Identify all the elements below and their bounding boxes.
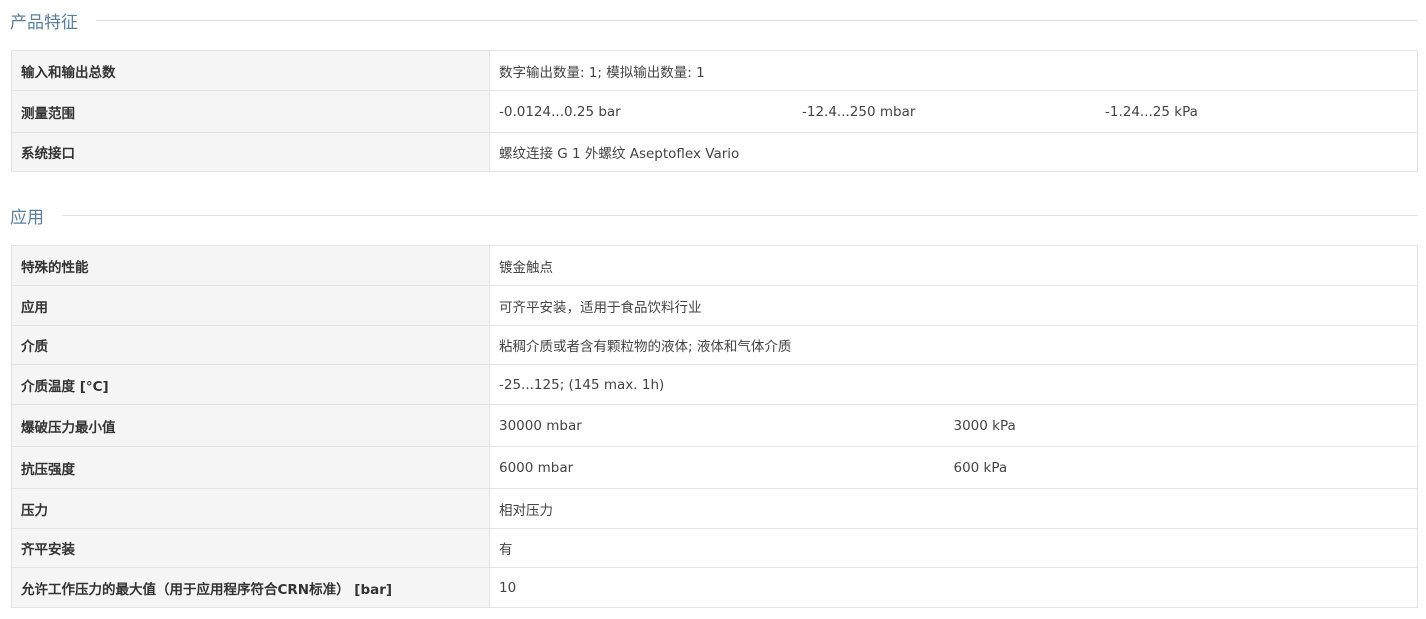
table-row: 应用 可齐平安装，适用于食品饮料行业 xyxy=(11,285,1418,326)
row-label: 输入和输出总数 xyxy=(11,50,490,91)
row-value: 相对压力 xyxy=(489,488,1418,529)
row-value: -25...125; (145 max. 1h) xyxy=(489,364,1418,405)
row-value: 10 xyxy=(489,567,1418,608)
value-bar: -0.0124...0.25 bar xyxy=(499,103,621,120)
row-value: 可齐平安装，适用于食品饮料行业 xyxy=(489,285,1418,326)
row-value: 粘稠介质或者含有颗粒物的液体; 液体和气体介质 xyxy=(489,325,1418,365)
table-row: 爆破压力最小值 30000 mbar 3000 kPa xyxy=(11,404,1418,447)
section-title: 产品特征 xyxy=(10,12,78,33)
table-row: 系统接口 螺纹连接 G 1 外螺纹 Aseptoflex Vario xyxy=(11,132,1418,172)
section-title: 应用 xyxy=(10,207,44,228)
value-kpa: 600 kPa xyxy=(953,459,1008,476)
row-label: 应用 xyxy=(11,285,490,326)
value-kpa: -1.24...25 kPa xyxy=(1105,103,1198,120)
row-label: 系统接口 xyxy=(11,132,490,172)
table-row: 抗压强度 6000 mbar 600 kPa xyxy=(11,446,1418,489)
row-label: 测量范围 xyxy=(11,90,490,133)
table-row: 介质温度 [°C] -25...125; (145 max. 1h) xyxy=(11,364,1418,405)
row-value: 数字输出数量: 1; 模拟输出数量: 1 xyxy=(489,50,1418,91)
value-mbar: -12.4...250 mbar xyxy=(802,103,916,120)
row-label: 特殊的性能 xyxy=(11,245,490,286)
row-label: 介质 xyxy=(11,325,490,365)
row-value: 镀金触点 xyxy=(489,245,1418,286)
row-value-multi: -0.0124...0.25 bar -12.4...250 mbar -1.2… xyxy=(489,90,1418,133)
section-divider xyxy=(96,19,1418,21)
features-table: 输入和输出总数 数字输出数量: 1; 模拟输出数量: 1 测量范围 -0.012… xyxy=(11,50,1418,172)
table-row: 压力 相对压力 xyxy=(11,488,1418,529)
application-table: 特殊的性能 镀金触点 应用 可齐平安装，适用于食品饮料行业 介质 粘稠介质或者含… xyxy=(11,245,1418,608)
table-row: 特殊的性能 镀金触点 xyxy=(11,245,1418,286)
section-header-features: 产品特征 xyxy=(10,8,1418,33)
row-label: 抗压强度 xyxy=(11,446,490,489)
row-value-multi: 30000 mbar 3000 kPa xyxy=(489,404,1418,447)
row-value-multi: 6000 mbar 600 kPa xyxy=(489,446,1418,489)
table-row: 输入和输出总数 数字输出数量: 1; 模拟输出数量: 1 xyxy=(11,50,1418,91)
row-label: 爆破压力最小值 xyxy=(11,404,490,447)
row-value: 有 xyxy=(489,528,1418,568)
value-mbar: 30000 mbar xyxy=(499,417,582,434)
value-mbar: 6000 mbar xyxy=(499,459,574,476)
table-row: 测量范围 -0.0124...0.25 bar -12.4...250 mbar… xyxy=(11,90,1418,133)
table-row: 齐平安装 有 xyxy=(11,528,1418,568)
section-header-application: 应用 xyxy=(10,203,1418,228)
row-label: 压力 xyxy=(11,488,490,529)
table-row: 介质 粘稠介质或者含有颗粒物的液体; 液体和气体介质 xyxy=(11,325,1418,365)
row-label: 齐平安装 xyxy=(11,528,490,568)
row-label: 介质温度 [°C] xyxy=(11,364,490,405)
row-value: 螺纹连接 G 1 外螺纹 Aseptoflex Vario xyxy=(489,132,1418,172)
value-kpa: 3000 kPa xyxy=(953,417,1016,434)
row-label: 允许工作压力的最大值（用于应用程序符合CRN标准） [bar] xyxy=(11,567,490,608)
section-divider xyxy=(62,214,1418,216)
table-row: 允许工作压力的最大值（用于应用程序符合CRN标准） [bar] 10 xyxy=(11,567,1418,608)
